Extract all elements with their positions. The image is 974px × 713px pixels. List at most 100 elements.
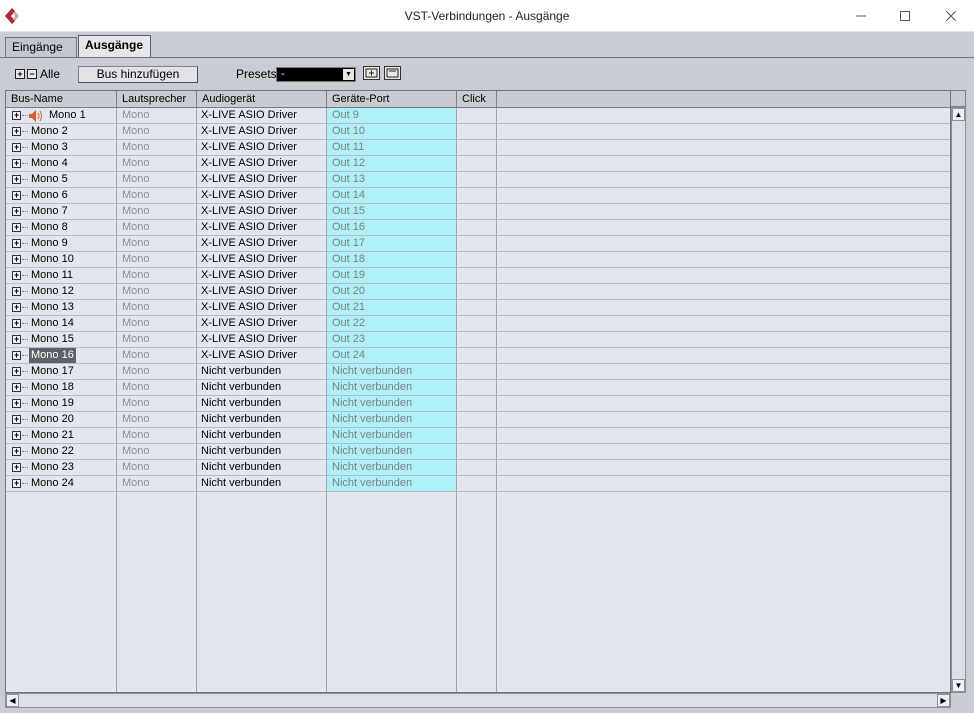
table-row[interactable]: + Mono 21 Mono Nicht verbunden Nicht verbund… [6,428,950,444]
tab-ausgaenge[interactable]: Ausgänge [78,35,151,59]
audio-device-cell[interactable]: Nicht verbunden [197,460,281,475]
expand-row-icon[interactable]: + [12,351,21,360]
table-row[interactable]: + Mono 22 Mono Nicht verbunden Nicht verbund… [6,444,950,460]
bus-name-cell[interactable]: Mono 24 [29,476,76,491]
audio-device-cell[interactable]: Nicht verbunden [197,412,281,427]
collapse-all-icon[interactable]: − [27,69,37,79]
expand-row-icon[interactable]: + [12,255,21,264]
vertical-scrollbar[interactable]: ▲ ▼ [951,107,966,693]
bus-name-cell[interactable]: Mono 8 [29,220,70,235]
table-row[interactable]: + Mono 6 Mono X-LIVE ASIO Driver Out 14 [6,188,950,204]
audio-device-cell[interactable]: X-LIVE ASIO Driver [197,348,297,363]
scroll-down-button[interactable]: ▼ [952,679,965,692]
bus-name-cell[interactable]: Mono 5 [29,172,70,187]
audio-device-cell[interactable]: X-LIVE ASIO Driver [197,204,297,219]
bus-name-cell[interactable]: Mono 18 [29,380,76,395]
bus-name-cell[interactable]: Mono 11 [29,268,75,283]
audio-device-cell[interactable]: Nicht verbunden [197,428,281,443]
audio-device-cell[interactable]: X-LIVE ASIO Driver [197,124,297,139]
audio-device-cell[interactable]: X-LIVE ASIO Driver [197,300,297,315]
audio-device-cell[interactable]: X-LIVE ASIO Driver [197,268,297,283]
minimize-button[interactable] [838,0,884,32]
audio-device-cell[interactable]: X-LIVE ASIO Driver [197,108,297,123]
table-row[interactable]: + Mono 10 Mono X-LIVE ASIO Driver Out 18 [6,252,950,268]
table-row[interactable]: + Mono 12 Mono X-LIVE ASIO Driver Out 20 [6,284,950,300]
device-port-cell[interactable]: Out 13 [327,172,365,187]
table-row[interactable]: + Mono 7 Mono X-LIVE ASIO Driver Out 15 [6,204,950,220]
expand-row-icon[interactable]: + [12,111,21,120]
bus-name-cell[interactable]: Mono 20 [29,412,76,427]
table-row[interactable]: + Mono 17 Mono Nicht verbunden Nicht verbund… [6,364,950,380]
column-header-click[interactable]: Click [457,91,497,108]
table-row[interactable]: + Mono 8 Mono X-LIVE ASIO Driver Out 16 [6,220,950,236]
bus-name-cell[interactable]: Mono 15 [29,332,76,347]
add-bus-button[interactable]: Bus hinzufügen [78,66,198,83]
audio-device-cell[interactable]: Nicht verbunden [197,380,281,395]
scroll-left-button[interactable]: ◀ [6,694,19,707]
table-row[interactable]: + Mono 14 Mono X-LIVE ASIO Driver Out 22 [6,316,950,332]
bus-name-cell[interactable]: Mono 4 [29,156,70,171]
expand-row-icon[interactable]: + [12,207,21,216]
device-port-cell[interactable]: Nicht verbunden [327,444,412,459]
bus-name-cell[interactable]: Mono 16 [29,348,76,363]
expand-row-icon[interactable]: + [12,191,21,200]
expand-row-icon[interactable]: + [12,223,21,232]
expand-row-icon[interactable]: + [12,127,21,136]
device-port-cell[interactable]: Out 16 [327,220,365,235]
column-header-speaker[interactable]: Lautsprecher [117,91,197,108]
preset-store-icon[interactable] [363,66,380,80]
expand-row-icon[interactable]: + [12,415,21,424]
table-row[interactable]: + Mono 20 Mono Nicht verbunden Nicht verbund… [6,412,950,428]
tab-eingaenge[interactable]: Eingänge [5,37,77,58]
table-row[interactable]: + Mono 24 Mono Nicht verbunden Nicht verbund… [6,476,950,492]
table-row[interactable]: + Mono 4 Mono X-LIVE ASIO Driver Out 12 [6,156,950,172]
bus-name-cell[interactable]: Mono 7 [29,204,70,219]
audio-device-cell[interactable]: X-LIVE ASIO Driver [197,236,297,251]
bus-name-cell[interactable]: Mono 1 [47,108,88,123]
bus-name-cell[interactable]: Mono 17 [29,364,76,379]
audio-device-cell[interactable]: Nicht verbunden [197,476,281,491]
audio-device-cell[interactable]: X-LIVE ASIO Driver [197,220,297,235]
device-port-cell[interactable]: Out 14 [327,188,365,203]
expand-row-icon[interactable]: + [12,319,21,328]
bus-name-cell[interactable]: Mono 6 [29,188,70,203]
device-port-cell[interactable]: Nicht verbunden [327,412,412,427]
bus-name-cell[interactable]: Mono 14 [29,316,76,331]
audio-device-cell[interactable]: X-LIVE ASIO Driver [197,316,297,331]
bus-name-cell[interactable]: Mono 13 [29,300,76,315]
bus-name-cell[interactable]: Mono 3 [29,140,70,155]
expand-row-icon[interactable]: + [12,175,21,184]
device-port-cell[interactable]: Out 11 [327,140,364,155]
table-row[interactable]: + Mono 18 Mono Nicht verbunden Nicht verbund… [6,380,950,396]
close-button[interactable] [928,0,974,32]
expand-row-icon[interactable]: + [12,399,21,408]
bus-name-cell[interactable]: Mono 2 [29,124,70,139]
device-port-cell[interactable]: Nicht verbunden [327,396,412,411]
expand-row-icon[interactable]: + [12,159,21,168]
device-port-cell[interactable]: Out 17 [327,236,365,251]
column-header-bus-name[interactable]: Bus-Name [6,91,117,108]
audio-device-cell[interactable]: X-LIVE ASIO Driver [197,252,297,267]
scroll-up-button[interactable]: ▲ [952,108,965,121]
expand-row-icon[interactable]: + [12,479,21,488]
device-port-cell[interactable]: Out 12 [327,156,365,171]
device-port-cell[interactable]: Out 18 [327,252,365,267]
table-row[interactable]: + Mono 16 Mono X-LIVE ASIO Driver Out 24 [6,348,950,364]
maximize-button[interactable] [882,0,928,32]
bus-name-cell[interactable]: Mono 23 [29,460,76,475]
expand-row-icon[interactable]: + [12,447,21,456]
bus-name-cell[interactable]: Mono 12 [29,284,76,299]
device-port-cell[interactable]: Nicht verbunden [327,364,412,379]
audio-device-cell[interactable]: X-LIVE ASIO Driver [197,156,297,171]
device-port-cell[interactable]: Out 21 [327,300,365,315]
audio-device-cell[interactable]: X-LIVE ASIO Driver [197,140,297,155]
device-port-cell[interactable]: Out 24 [327,348,365,363]
table-row[interactable]: + Mono 2 Mono X-LIVE ASIO Driver Out 10 [6,124,950,140]
expand-row-icon[interactable]: + [12,431,21,440]
expand-row-icon[interactable]: + [12,383,21,392]
table-row[interactable]: + Mono 5 Mono X-LIVE ASIO Driver Out 13 [6,172,950,188]
audio-device-cell[interactable]: X-LIVE ASIO Driver [197,188,297,203]
table-row[interactable]: + Mono 11 Mono X-LIVE ASIO Driver Out 19 [6,268,950,284]
audio-device-cell[interactable]: X-LIVE ASIO Driver [197,284,297,299]
expand-row-icon[interactable]: + [12,335,21,344]
